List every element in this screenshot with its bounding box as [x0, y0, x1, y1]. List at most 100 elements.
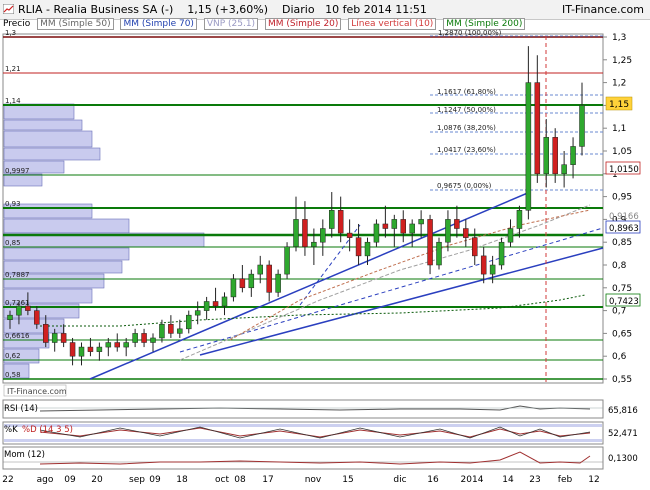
time-tick-label: 20 [91, 475, 103, 485]
level-label: 0,62 [5, 352, 21, 360]
candle-up [507, 228, 514, 243]
time-tick-label: dic [393, 475, 406, 485]
time-tick-label: sep [129, 475, 145, 485]
candle-down [382, 223, 389, 229]
candle-up [221, 296, 228, 307]
candle-up [498, 241, 505, 266]
time-tick-label: 22 [2, 475, 13, 485]
price-tick-label: 1,1 [612, 124, 626, 134]
candle-up [373, 223, 380, 243]
price-badge: 1,15 [609, 100, 629, 110]
level-label: 0,9997 [5, 167, 30, 175]
candle-down [346, 232, 353, 238]
candle-up [525, 82, 532, 211]
badge-0-8963: 0,8963 [609, 224, 639, 234]
candle-up [257, 264, 263, 275]
candle-down [69, 342, 76, 357]
vp-bar [3, 218, 130, 234]
price-tick-label: 0,7 [612, 307, 626, 317]
candle-up [543, 137, 549, 175]
time-axis: 22 ago 09 20 sep 09 18 oct 08 17 nov 15 dic 16 2014 14 2… [2, 475, 599, 485]
stoch-k-label: %K [4, 425, 18, 435]
fib-label: 1,0876 (38,20%) [437, 124, 496, 132]
footer-brand: IT-Finance.com [7, 387, 67, 396]
time-tick-label: 09 [149, 475, 161, 485]
candle-down [60, 333, 67, 343]
vp-bar [3, 103, 75, 120]
candle-down [552, 137, 558, 175]
candle-up [186, 314, 192, 330]
stoch-value: 52,471 [608, 429, 638, 439]
fib-label: 1,2870 (100,00%) [438, 29, 502, 37]
candle-down [454, 219, 460, 229]
candle-down [463, 228, 469, 238]
price-axis: 1,31,251,21,151,11,0510,950,90,850,80,75… [603, 33, 632, 385]
time-tick-label: nov [305, 475, 322, 485]
price-tick-label: 1,2 [612, 79, 626, 89]
candle-up [445, 219, 451, 243]
candle-up [194, 310, 201, 316]
time-tick-label: 14 [502, 475, 514, 485]
candle-up [329, 210, 335, 229]
candle-up [132, 333, 138, 343]
level-label: 1,14 [5, 97, 21, 105]
stoch-band-top [4, 424, 602, 427]
time-tick-label: 16 [427, 475, 439, 485]
vp-bar [3, 247, 130, 261]
time-tick-label: 09 [64, 475, 76, 485]
candle-up [436, 241, 442, 266]
candle-up [311, 241, 317, 248]
time-tick-label: 17 [262, 475, 273, 485]
level-label: 0,7887 [5, 271, 30, 279]
price-tick-label: 0,6 [612, 352, 627, 362]
price-tick-label: 0,55 [612, 375, 632, 385]
candle-up [320, 228, 326, 243]
candle-up [159, 324, 165, 339]
candle-down [400, 219, 406, 234]
time-tick-label: 23 [529, 475, 540, 485]
time-tick-label: ago [37, 475, 54, 485]
time-tick-label: 18 [176, 475, 188, 485]
candle-up [230, 278, 237, 298]
candle-up [391, 219, 398, 229]
vp-bar [3, 147, 101, 161]
time-tick-label: 12 [588, 475, 599, 485]
candle-up [177, 328, 183, 334]
candle-up [418, 219, 424, 225]
price-tick-label: 1,05 [612, 147, 632, 157]
mom-panel [2, 446, 604, 470]
candle-down [355, 237, 362, 257]
candle-down [87, 346, 94, 352]
candle-down [302, 219, 308, 248]
level-label: 0,93 [5, 200, 21, 208]
time-tick-label: feb [558, 475, 573, 485]
price-tick-label: 0,85 [612, 238, 632, 248]
rsi-label: RSI (14) [4, 404, 38, 414]
candle-down [43, 324, 49, 343]
badge-0-9166: 0,9166 [609, 212, 639, 222]
price-tick-label: 0,65 [612, 329, 632, 339]
candle-up [409, 223, 415, 234]
fib-label: 0,9675 (0,00%) [437, 182, 492, 190]
candle-up [364, 241, 371, 257]
candle-up [78, 346, 85, 357]
rsi-value: 65,816 [608, 406, 638, 416]
level-label: 1,3 [5, 29, 16, 37]
price-tick-label: 0,95 [612, 193, 632, 203]
candle-up [489, 264, 496, 275]
candle-up [96, 346, 103, 352]
badge-0-7423: 0,7423 [609, 297, 639, 307]
candle-up [150, 337, 156, 343]
fib-label: 1,1247 (50,00%) [437, 106, 496, 114]
price-tick-label: 1,3 [612, 33, 626, 43]
candle-up [16, 305, 22, 316]
level-label: 0,58 [5, 371, 21, 379]
candle-down [114, 342, 120, 348]
candle-up [284, 246, 290, 275]
candle-up [570, 146, 576, 165]
candle-down [239, 278, 246, 289]
time-tick-label: oct [215, 475, 229, 485]
time-tick-label: 08 [234, 475, 246, 485]
candle-down [168, 324, 174, 334]
candle-up [105, 342, 112, 348]
